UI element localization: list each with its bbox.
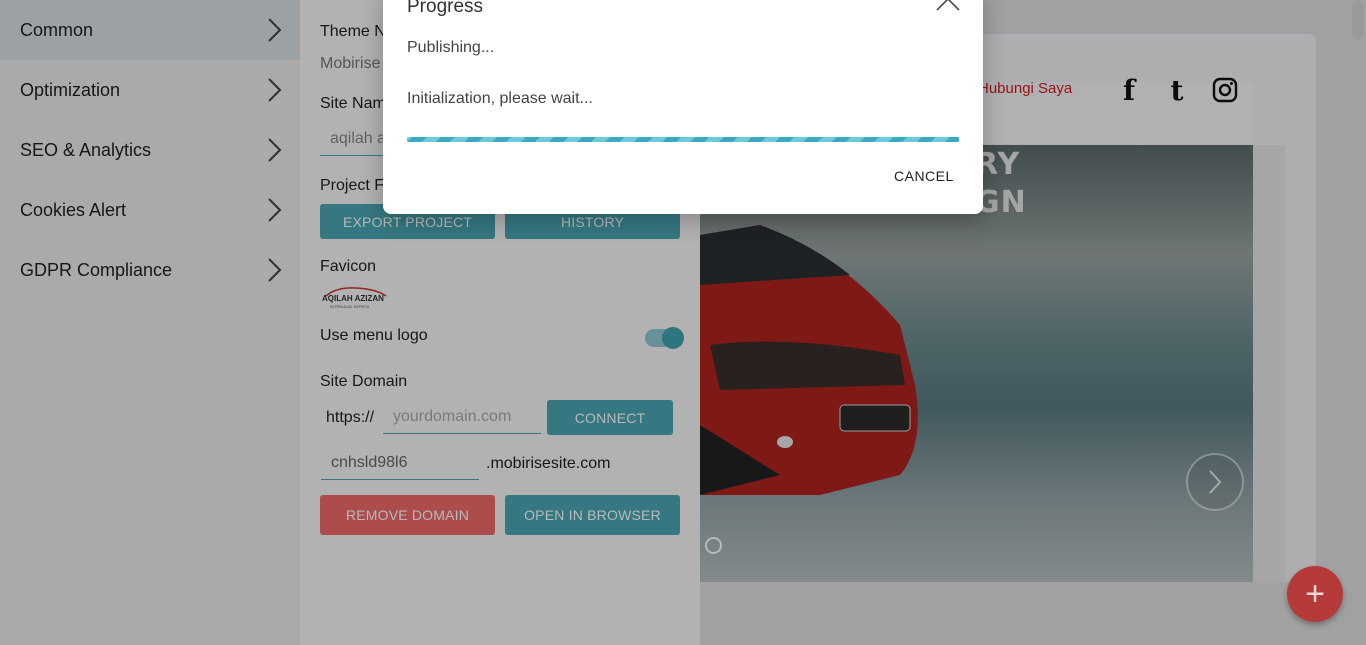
chevron-up-icon[interactable] <box>935 0 961 14</box>
dialog-title: Progress <box>407 0 484 17</box>
scrollbar-thumb[interactable] <box>1352 0 1364 40</box>
progress-bar <box>407 137 959 142</box>
add-block-button[interactable]: + <box>1287 566 1343 622</box>
dialog-message: Initialization, please wait... <box>407 90 593 107</box>
cancel-button[interactable]: CANCEL <box>894 168 954 184</box>
plus-icon: + <box>1305 574 1325 613</box>
progress-dialog: Progress Publishing... Initialization, p… <box>383 0 983 214</box>
dialog-status: Publishing... <box>407 39 495 56</box>
